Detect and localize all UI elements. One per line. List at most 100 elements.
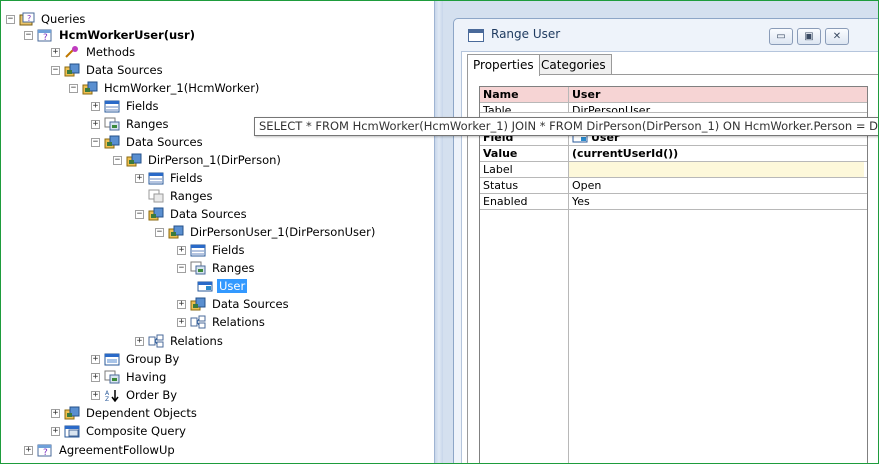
property-value[interactable]: DirPersonUser bbox=[569, 103, 864, 112]
tree-node-fields[interactable]: + Fields bbox=[91, 97, 161, 115]
relations-icon bbox=[190, 315, 206, 329]
collapse-icon[interactable]: − bbox=[69, 83, 78, 93]
tree-node-label: Fields bbox=[170, 171, 203, 185]
property-value[interactable]: Yes bbox=[569, 194, 864, 209]
expand-icon[interactable]: + bbox=[51, 47, 60, 57]
property-value[interactable]: User bbox=[569, 87, 864, 102]
collapse-icon[interactable]: − bbox=[177, 263, 186, 273]
tree-node-datasource[interactable]: − DirPersonUser_1(DirPersonUser) bbox=[155, 223, 377, 241]
relations-icon bbox=[148, 334, 164, 348]
tree-node-relations[interactable]: + Relations bbox=[135, 332, 225, 350]
tree-node-label: Data Sources bbox=[212, 297, 289, 311]
tree-node-label: DirPerson_1(DirPerson) bbox=[148, 153, 281, 167]
tree-node-range-user[interactable]: User bbox=[197, 277, 248, 295]
tree-node-query[interactable]: − ? HcmWorkerUser(usr) bbox=[24, 26, 197, 44]
datasources-icon bbox=[64, 63, 80, 77]
tree-node-label: HcmWorker_1(HcmWorker) bbox=[104, 81, 260, 95]
expand-icon[interactable]: + bbox=[91, 101, 100, 111]
tree-node-group-by[interactable]: + Group By bbox=[91, 350, 181, 368]
collapse-icon[interactable]: − bbox=[91, 137, 100, 147]
tree-node-ranges[interactable]: − Ranges bbox=[177, 259, 256, 277]
property-row-status[interactable]: Status Open bbox=[480, 178, 867, 194]
property-key: Status bbox=[480, 178, 569, 193]
tree-node-data-sources[interactable]: − Data Sources bbox=[51, 61, 165, 79]
tree-node-fields[interactable]: + Fields bbox=[135, 169, 205, 187]
query-icon: ? bbox=[37, 443, 53, 457]
expand-icon[interactable]: + bbox=[135, 336, 144, 346]
tree-node-label: Ranges bbox=[126, 117, 169, 131]
ranges-icon bbox=[104, 117, 120, 131]
property-key: Table bbox=[480, 103, 569, 112]
property-key: Name bbox=[480, 87, 569, 102]
having-icon bbox=[104, 370, 120, 384]
property-value[interactable]: Open bbox=[569, 178, 864, 193]
property-row-label[interactable]: Label bbox=[480, 162, 867, 178]
expand-icon[interactable]: + bbox=[177, 317, 186, 327]
datasources-icon bbox=[148, 207, 164, 221]
tree-node-datasource[interactable]: − DirPerson_1(DirPerson) bbox=[113, 151, 283, 169]
expand-icon[interactable]: + bbox=[91, 119, 100, 129]
expand-icon[interactable]: + bbox=[135, 173, 144, 183]
tree-node-data-sources[interactable]: − Data Sources bbox=[135, 205, 249, 223]
fields-icon bbox=[190, 243, 206, 257]
property-row-table[interactable]: Table DirPersonUser bbox=[480, 103, 867, 113]
tab-properties[interactable]: Properties bbox=[467, 54, 540, 76]
expand-icon[interactable]: + bbox=[91, 354, 100, 364]
empty-expander-icon[interactable] bbox=[135, 192, 144, 201]
tree-node-label: HcmWorkerUser(usr) bbox=[59, 28, 195, 42]
query-sql-tooltip: SELECT * FROM HcmWorker(HcmWorker_1) JOI… bbox=[254, 117, 878, 136]
property-row-enabled[interactable]: Enabled Yes bbox=[480, 194, 867, 210]
collapse-icon[interactable]: − bbox=[6, 14, 15, 24]
pane-splitter[interactable] bbox=[434, 1, 443, 463]
expand-icon[interactable]: + bbox=[24, 445, 33, 455]
tree-node-query[interactable]: + ? AgreementFollowUp bbox=[24, 441, 177, 459]
expand-icon[interactable]: + bbox=[177, 245, 186, 255]
tree-node-dependent-objects[interactable]: + Dependent Objects bbox=[51, 404, 199, 422]
queries-icon: ? bbox=[19, 12, 35, 26]
datasources-icon bbox=[64, 406, 80, 420]
tree-node-label: Data Sources bbox=[170, 207, 247, 221]
tree-node-datasource[interactable]: − HcmWorker_1(HcmWorker) bbox=[69, 79, 261, 97]
collapse-icon[interactable]: − bbox=[135, 209, 144, 219]
collapse-icon[interactable]: − bbox=[155, 227, 164, 237]
tree-node-order-by[interactable]: + AZ Order By bbox=[91, 386, 179, 404]
expand-icon[interactable]: + bbox=[177, 299, 186, 309]
property-row-value[interactable]: Value (currentUserId()) bbox=[480, 146, 867, 162]
collapse-icon[interactable]: − bbox=[113, 155, 122, 165]
datasource-icon bbox=[82, 81, 98, 95]
expand-icon[interactable]: + bbox=[91, 372, 100, 382]
collapse-icon[interactable]: − bbox=[24, 30, 33, 40]
datasource-icon bbox=[126, 153, 142, 167]
composite-icon bbox=[64, 424, 80, 438]
tree-node-label: Methods bbox=[86, 45, 136, 59]
tree-node-label: Group By bbox=[126, 352, 180, 366]
tree-node-having[interactable]: + Having bbox=[91, 368, 168, 386]
tree-node-composite-query[interactable]: + Composite Query bbox=[51, 422, 188, 440]
datasource-icon bbox=[168, 225, 184, 239]
tree-node-data-sources[interactable]: + Data Sources bbox=[177, 295, 291, 313]
property-value[interactable] bbox=[569, 162, 864, 177]
tree-node-fields[interactable]: + Fields bbox=[177, 241, 247, 259]
tree-node-ranges[interactable]: Ranges bbox=[135, 187, 214, 205]
tab-categories[interactable]: Categories bbox=[535, 54, 612, 75]
tree-node-methods[interactable]: + Methods bbox=[51, 43, 137, 61]
collapse-icon[interactable]: − bbox=[51, 65, 60, 75]
expand-icon[interactable]: + bbox=[51, 426, 60, 436]
tree-node-ranges[interactable]: + Ranges bbox=[91, 115, 170, 133]
tree-node-label: Data Sources bbox=[86, 63, 163, 77]
orderby-icon: AZ bbox=[104, 388, 120, 402]
tree-node-label: Composite Query bbox=[86, 424, 186, 438]
expand-icon[interactable]: + bbox=[91, 390, 100, 400]
tree-node-data-sources[interactable]: − Data Sources bbox=[91, 133, 205, 151]
datasources-icon bbox=[190, 297, 206, 311]
tree-node-label: AgreementFollowUp bbox=[59, 443, 175, 457]
range-field-icon bbox=[197, 279, 213, 293]
tree-node-label: Fields bbox=[126, 99, 159, 113]
property-row-name[interactable]: Name User bbox=[480, 87, 867, 103]
property-value[interactable]: (currentUserId()) bbox=[569, 146, 864, 161]
query-tree[interactable]: − ? Queries − ? HcmWorkerUser(usr) + Met… bbox=[1, 1, 434, 463]
tree-node-relations[interactable]: + Relations bbox=[177, 313, 267, 331]
expand-icon[interactable]: + bbox=[51, 408, 60, 418]
svg-text:?: ? bbox=[27, 14, 31, 23]
tree-node-label: User bbox=[217, 279, 248, 293]
